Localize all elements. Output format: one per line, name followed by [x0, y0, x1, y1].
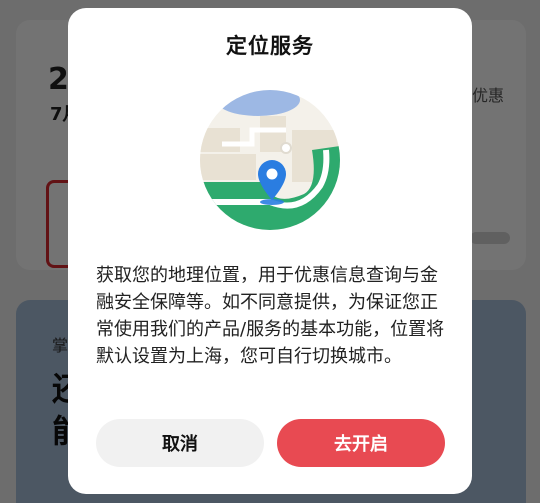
location-permission-dialog: 定位服务 获取您的地理位置，用于优惠信息查询与金融安全保障等。如不同意提供，为保…	[68, 8, 472, 494]
enable-location-button[interactable]: 去开启	[277, 419, 445, 467]
cancel-button[interactable]: 取消	[96, 419, 264, 467]
dialog-title: 定位服务	[226, 34, 314, 58]
dialog-message: 获取您的地理位置，用于优惠信息查询与金融安全保障等。如不同意提供，为保证您正常使…	[96, 265, 445, 367]
location-map-icon	[200, 90, 340, 230]
